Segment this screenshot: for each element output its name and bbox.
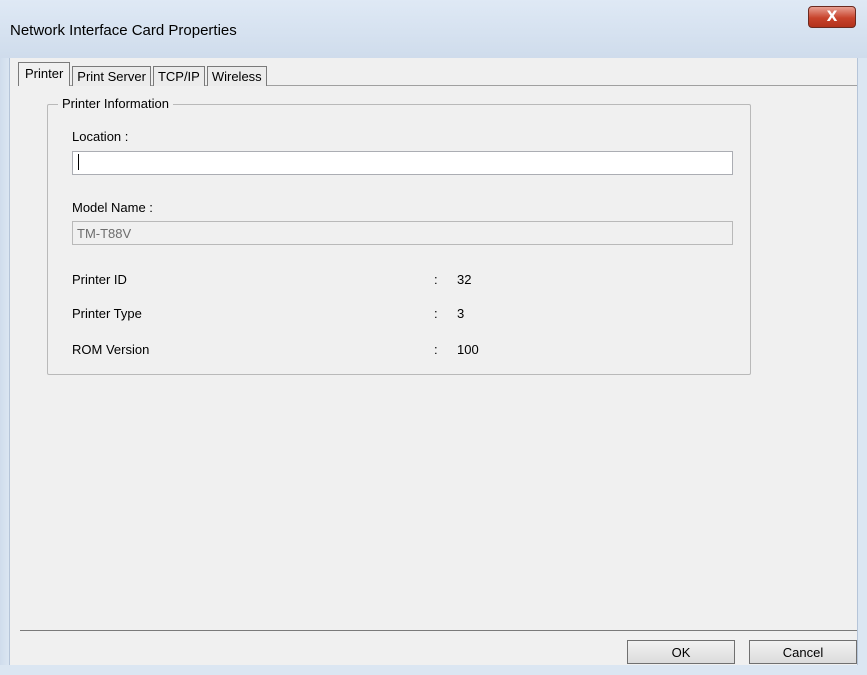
close-button[interactable]: X: [808, 6, 856, 28]
printer-id-colon: :: [434, 272, 438, 287]
group-title: Printer Information: [58, 96, 173, 111]
tab-wireless[interactable]: Wireless: [206, 66, 267, 86]
printer-type-value: 3: [457, 306, 465, 321]
cancel-button[interactable]: Cancel: [749, 640, 857, 664]
location-input[interactable]: [72, 151, 733, 175]
window-frame-right: [857, 58, 867, 675]
window-frame-left: [0, 58, 10, 675]
model-name-label: Model Name :: [72, 200, 153, 215]
properties-window: Network Interface Card Properties X Prin…: [0, 0, 867, 675]
tab-print-server[interactable]: Print Server: [72, 66, 151, 86]
rom-version-label: ROM Version: [72, 342, 150, 357]
model-name-field: [72, 221, 733, 245]
rom-version-value: 100: [457, 342, 479, 357]
tab-printer[interactable]: Printer: [18, 62, 71, 86]
location-label: Location :: [72, 129, 129, 144]
window-title: Network Interface Card Properties: [10, 22, 237, 39]
window-frame-bottom: [0, 665, 867, 675]
text-caret: [78, 154, 79, 170]
printer-id-label: Printer ID: [72, 272, 127, 287]
close-icon: X: [826, 9, 838, 25]
title-bar[interactable]: Network Interface Card Properties X: [0, 0, 867, 59]
ok-button[interactable]: OK: [627, 640, 735, 664]
printer-type-label: Printer Type: [72, 306, 142, 321]
printer-type-colon: :: [434, 306, 438, 321]
tab-tcpip[interactable]: TCP/IP: [152, 66, 205, 86]
tab-strip: Printer Print Server TCP/IP Wireless: [18, 62, 269, 86]
printer-id-value: 32: [457, 272, 472, 287]
rom-version-colon: :: [434, 342, 438, 357]
